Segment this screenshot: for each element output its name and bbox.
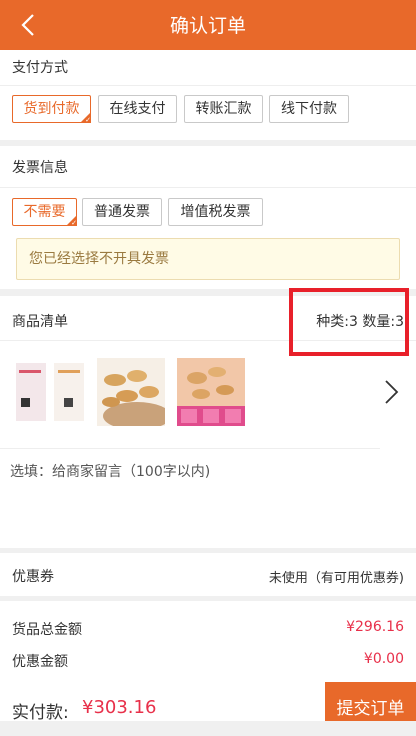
- discount-label: 优惠金额: [12, 654, 68, 670]
- coupon-section[interactable]: 优惠券 未使用（有可用优惠券): [0, 553, 416, 596]
- payment-section-title: 支付方式: [12, 60, 68, 76]
- payment-option-label: 线下付款: [281, 101, 337, 117]
- paid-label: 实付款:: [12, 703, 69, 723]
- top-bar: 确认订单: [0, 0, 416, 50]
- page-title: 确认订单: [169, 15, 246, 37]
- invoice-option-label: 普通发票: [94, 204, 150, 220]
- discount-value: ¥0.00: [363, 651, 404, 667]
- goods-total-label: 货品总金额: [12, 622, 82, 638]
- divider: [0, 85, 416, 86]
- payment-option-cod[interactable]: 货到付款: [12, 95, 91, 124]
- check-corner-icon: [80, 112, 91, 124]
- invoice-option-label: 不需要: [23, 204, 66, 220]
- invoice-option-normal[interactable]: 普通发票: [82, 198, 162, 226]
- product-image[interactable]: [177, 358, 245, 426]
- payment-option-online[interactable]: 在线支付: [98, 95, 177, 123]
- payment-option-label: 在线支付: [109, 101, 166, 117]
- product-image[interactable]: [16, 358, 84, 426]
- payment-option-transfer[interactable]: 转账汇款: [184, 95, 263, 123]
- invoice-option-label: 增值税发票: [180, 204, 251, 220]
- totals-section: 货品总金额 ¥296.16 优惠金额 ¥0.00: [0, 601, 416, 682]
- goods-section-title: 商品清单: [12, 314, 68, 330]
- goods-total-value: ¥296.16: [346, 619, 404, 635]
- paid-value: ¥303.16: [82, 697, 157, 718]
- payment-section: 支付方式 货到付款 在线支付 转账汇款 线下付款: [0, 50, 416, 140]
- message-input[interactable]: 选填：给商家留言（100字以内): [10, 461, 210, 481]
- submit-order-button[interactable]: 提交订单: [325, 682, 416, 721]
- product-image[interactable]: [97, 358, 165, 426]
- highlight-box: [289, 288, 409, 356]
- payment-option-offline[interactable]: 线下付款: [269, 95, 349, 123]
- payment-option-label: 货到付款: [23, 101, 80, 117]
- invoice-option-vat[interactable]: 增值税发票: [168, 198, 263, 226]
- invoice-section-title: 发票信息: [12, 160, 68, 176]
- invoice-notice: 您已经选择不开具发票: [16, 238, 400, 280]
- divider: [0, 187, 416, 188]
- check-corner-icon: [66, 215, 77, 227]
- coupon-label: 优惠券: [12, 569, 54, 585]
- chevron-right-icon[interactable]: [382, 379, 400, 405]
- divider: [0, 448, 380, 449]
- coupon-value: 未使用（有可用优惠券): [268, 571, 404, 586]
- payment-option-label: 转账汇款: [195, 101, 252, 117]
- invoice-option-none[interactable]: 不需要: [12, 198, 77, 227]
